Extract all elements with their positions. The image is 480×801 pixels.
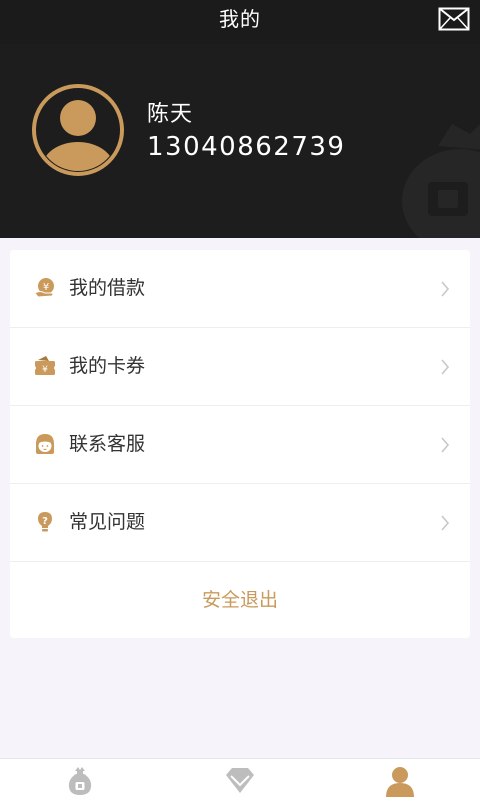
chevron-right-icon <box>441 515 450 531</box>
page-title: 我的 <box>219 7 261 31</box>
person-icon <box>386 767 414 797</box>
money-bag-icon <box>68 767 92 795</box>
user-phone: 13040862739 <box>147 132 346 162</box>
menu-item-faq[interactable]: ? 常见问题 <box>10 484 470 562</box>
menu-item-label: 我的卡券 <box>69 355 146 377</box>
tab-vip[interactable] <box>160 759 320 801</box>
loan-icon: ¥ <box>34 278 54 298</box>
svg-text:¥: ¥ <box>42 365 48 375</box>
chevron-right-icon <box>441 359 450 375</box>
menu-item-label: 联系客服 <box>69 433 146 455</box>
coupon-icon: ¥ <box>35 356 55 375</box>
logout-button[interactable]: 安全退出 <box>10 562 470 639</box>
user-name: 陈天 <box>147 102 194 127</box>
top-bar: 我的 <box>0 0 480 44</box>
chevron-right-icon <box>441 437 450 453</box>
question-icon: ? <box>38 512 52 532</box>
svg-text:?: ? <box>42 516 48 527</box>
tab-loan[interactable] <box>0 759 160 801</box>
menu-card: ¥ 我的借款 ¥ 我的卡券 联系客服 ? 常见问题 安全退出 <box>10 250 470 638</box>
profile-header: 陈天 13040862739 <box>0 44 480 238</box>
user-avatar-icon[interactable] <box>32 84 124 176</box>
menu-item-my-coupons[interactable]: ¥ 我的卡券 <box>10 328 470 406</box>
chevron-right-icon <box>441 281 450 297</box>
tab-me[interactable] <box>320 759 480 801</box>
svg-text:¥: ¥ <box>43 282 49 293</box>
mail-icon[interactable] <box>438 7 470 31</box>
customer-service-icon <box>36 434 54 454</box>
menu-item-label: 我的借款 <box>69 277 146 299</box>
menu-item-customer-service[interactable]: 联系客服 <box>10 406 470 484</box>
money-bag-watermark-icon <box>402 124 480 238</box>
menu-item-my-loans[interactable]: ¥ 我的借款 <box>10 250 470 328</box>
bottom-tab-bar <box>0 758 480 801</box>
diamond-icon <box>226 768 254 793</box>
menu-item-label: 常见问题 <box>69 511 146 533</box>
